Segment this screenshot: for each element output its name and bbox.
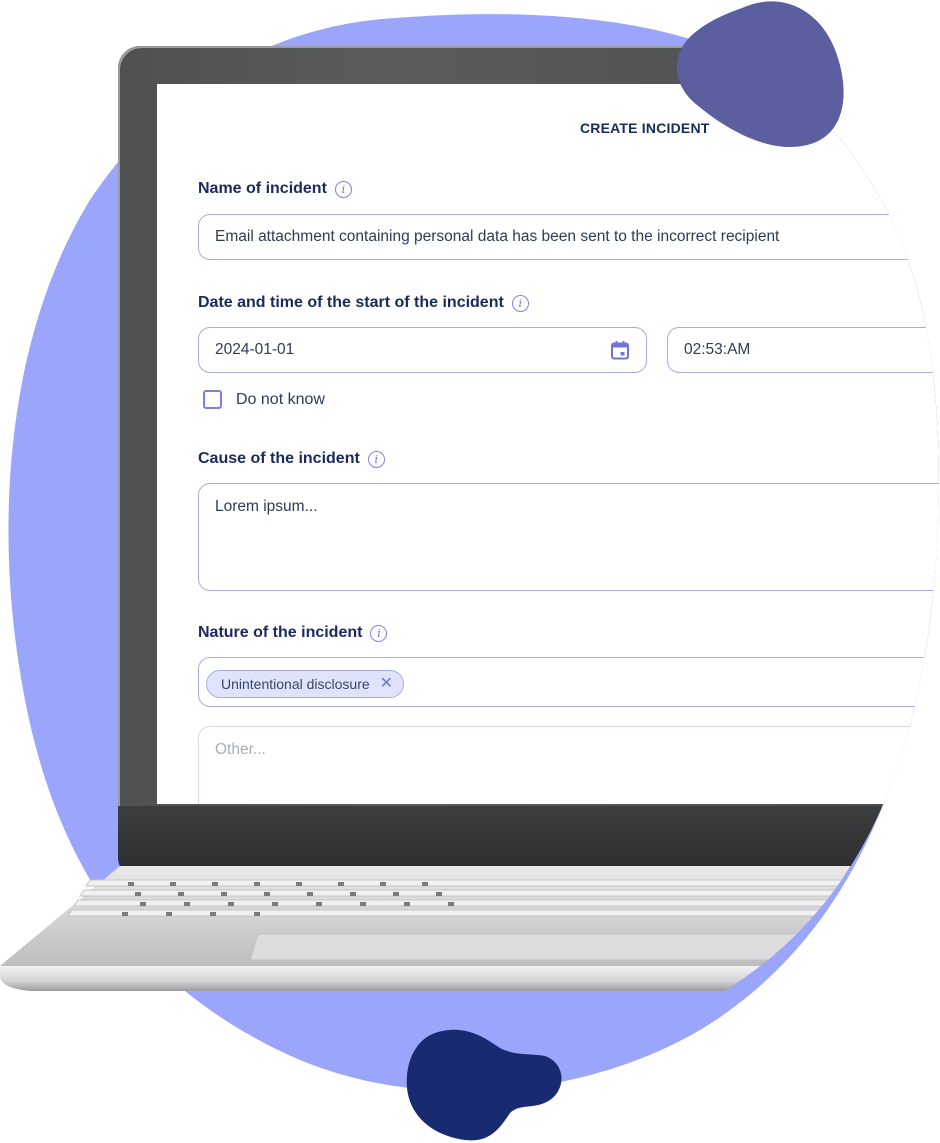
datetime-label-text: Date and time of the start of the incide… [198, 294, 504, 311]
cause-label-text: Cause of the incident [198, 450, 360, 467]
nature-label: Nature of the incident i [198, 624, 387, 642]
incident-name-input[interactable]: Email attachment containing personal dat… [198, 214, 940, 260]
decorative-blob-top [676, 1, 844, 147]
cause-textarea[interactable]: Lorem ipsum... [198, 483, 940, 591]
other-placeholder: Other... [215, 741, 266, 758]
time-input[interactable]: 02:53:AM [667, 327, 940, 373]
close-icon[interactable]: ✕ [380, 676, 393, 692]
do-not-know-checkbox[interactable] [203, 390, 222, 409]
info-icon[interactable]: i [335, 181, 352, 198]
do-not-know-label: Do not know [236, 390, 325, 408]
name-of-incident-label: Name of incident i [198, 180, 352, 198]
info-icon[interactable]: i [368, 451, 385, 468]
info-icon[interactable]: i [512, 295, 529, 312]
do-not-know-option[interactable]: Do not know [203, 390, 325, 409]
cause-label: Cause of the incident i [198, 450, 385, 468]
tag-chip: Unintentional disclosure ✕ [206, 670, 404, 698]
name-of-incident-label-text: Name of incident [198, 180, 327, 197]
nature-label-text: Nature of the incident [198, 624, 363, 641]
time-value: 02:53:AM [684, 341, 751, 358]
laptop-screen: CREATE INCIDENT Name of incident i Email… [157, 84, 940, 804]
date-value: 2024-01-01 [215, 341, 295, 358]
decorative-blob-bottom [406, 1029, 562, 1141]
incident-name-value: Email attachment containing personal dat… [215, 228, 780, 245]
date-input[interactable]: 2024-01-01 [198, 327, 647, 373]
cause-value: Lorem ipsum... [215, 498, 318, 515]
info-icon[interactable]: i [370, 625, 387, 642]
datetime-label: Date and time of the start of the incide… [198, 294, 529, 312]
calendar-icon[interactable] [610, 340, 630, 360]
tag-chip-label: Unintentional disclosure [221, 676, 370, 692]
illustration: CREATE INCIDENT Name of incident i Email… [0, 0, 940, 1141]
other-textarea[interactable]: Other... [198, 726, 940, 804]
